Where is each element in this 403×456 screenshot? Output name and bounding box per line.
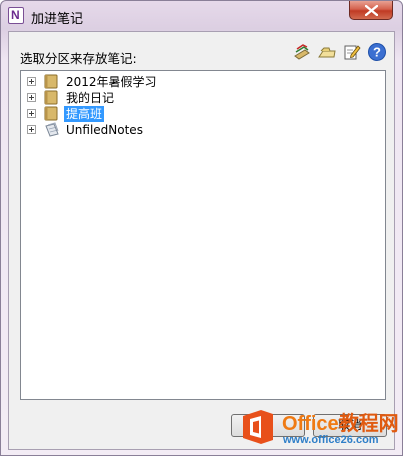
dialog-toolbar: ? — [289, 42, 389, 64]
help-icon: ? — [368, 43, 386, 61]
onenote-app-icon: N — [8, 7, 24, 24]
app-icon-letter: N — [11, 8, 20, 22]
add-note-dialog-window: N 加进笔记 选取分区来存放笔记: ? 2012年暑假学习 我的日记 提高班 U… — [0, 0, 403, 456]
notebook-icon — [44, 74, 58, 89]
new-notebook-icon — [318, 47, 336, 58]
title-bar[interactable]: N 加进笔记 — [1, 1, 402, 31]
new-section-icon — [294, 44, 310, 60]
watermark-url: www.office26.com — [283, 434, 379, 446]
edit-icon — [344, 45, 361, 60]
office26-watermark: Office教程网 www.office26.com — [233, 404, 401, 454]
watermark-title-cn: 教程网 — [338, 413, 399, 435]
watermark-title-en: Office — [282, 413, 339, 435]
tree-item-notebook-selected[interactable]: 提高班 — [27, 106, 367, 122]
tree-item-label: 提高班 — [64, 106, 105, 122]
dialog-body: 选取分区来存放笔记: ? 2012年暑假学习 我的日记 提高班 UnfiledN… — [8, 31, 395, 450]
tree-item-unfiled-notes[interactable]: UnfiledNotes — [27, 122, 367, 138]
expand-toggle-icon[interactable] — [27, 77, 36, 86]
expand-toggle-icon[interactable] — [27, 109, 36, 118]
help-glyph: ? — [373, 45, 381, 60]
tree-item-label: UnfiledNotes — [66, 123, 143, 137]
tree-item-notebook[interactable]: 我的日记 — [27, 90, 367, 106]
help-button[interactable]: ? — [367, 42, 387, 62]
office-logo-icon — [243, 410, 273, 444]
window-title: 加进笔记 — [31, 12, 84, 27]
close-icon — [365, 5, 378, 16]
new-section-button[interactable] — [292, 42, 312, 62]
tree-item-label: 2012年暑假学习 — [66, 75, 157, 89]
expand-toggle-icon[interactable] — [27, 93, 36, 102]
unfiled-notes-icon — [45, 122, 59, 137]
new-notebook-button[interactable] — [317, 42, 337, 62]
edit-button[interactable] — [342, 42, 362, 62]
close-button[interactable] — [349, 1, 393, 20]
expand-toggle-icon[interactable] — [27, 125, 36, 134]
notebook-icon — [44, 106, 58, 121]
tree-item-notebook[interactable]: 2012年暑假学习 — [27, 74, 367, 90]
tree-item-label: 我的日记 — [66, 91, 115, 105]
prompt-label: 选取分区来存放笔记: — [20, 51, 137, 66]
section-tree[interactable]: 2012年暑假学习 我的日记 提高班 UnfiledNotes — [20, 70, 386, 400]
watermark-title: Office教程网 — [282, 407, 399, 436]
notebook-icon — [44, 90, 58, 105]
